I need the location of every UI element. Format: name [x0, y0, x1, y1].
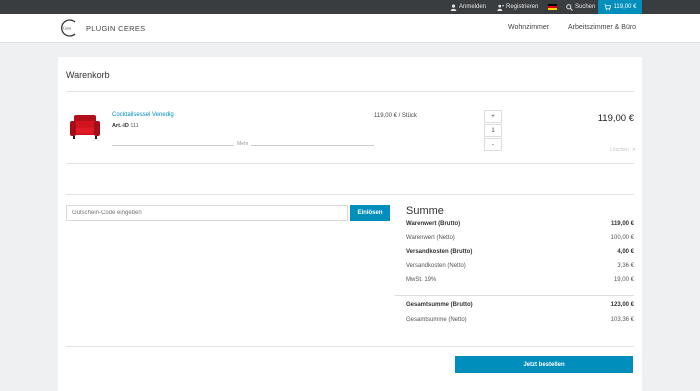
- svg-text:Ceres: Ceres: [63, 27, 72, 31]
- cart-card: Warenkorb Cocktailsessel Venedig Art.-ID…: [58, 57, 642, 391]
- divider: [66, 163, 634, 164]
- summary-row: Versandkosten (Brutto) 4,00 €: [406, 249, 634, 255]
- login-link[interactable]: Anmelden: [450, 0, 486, 14]
- cart-button[interactable]: 119,00 €: [598, 0, 642, 14]
- summary-value: 100,00 €: [610, 235, 634, 241]
- summary-label: MwSt. 19%: [406, 277, 437, 283]
- product-art-id: Art.-ID 111: [112, 123, 139, 129]
- german-flag-icon[interactable]: [548, 4, 557, 10]
- summary-divider: [395, 295, 634, 296]
- summary-label: Versandkosten (Brutto): [406, 249, 473, 255]
- summary-value: 3,36 €: [617, 263, 634, 269]
- summary-row: Warenwert (Brutto) 119,00 €: [406, 221, 634, 227]
- site-header: Ceres PLUGIN CERES Wohnzimmer Arbeitszim…: [0, 14, 700, 43]
- art-id-value: 111: [130, 123, 139, 129]
- search-icon: [566, 3, 573, 11]
- delete-item-button[interactable]: Löschen ✕: [610, 147, 636, 153]
- cart-icon: [603, 3, 611, 10]
- summary-label: Warenwert (Netto): [406, 235, 455, 241]
- summary-label: Warenwert (Brutto): [406, 221, 461, 227]
- register-label: Registrieren: [506, 4, 539, 10]
- search-label: Suchen: [575, 4, 596, 10]
- delete-label: Löschen: [609, 147, 629, 153]
- summary-label: Versandkosten (Netto): [406, 263, 466, 269]
- summary-row: Gesamtsumme (Netto) 103,36 €: [406, 317, 634, 323]
- summary-row: Warenwert (Netto) 100,00 €: [406, 235, 634, 241]
- top-utility-bar: Anmelden Registrieren Suchen 119,00 €: [0, 0, 700, 14]
- ceres-logo-icon: Ceres: [61, 19, 76, 37]
- qty-increase-button[interactable]: +: [484, 110, 502, 123]
- summary-row: Gesamtsumme (Brutto) 123,00 €: [406, 302, 634, 308]
- close-icon: ✕: [631, 147, 636, 153]
- summary-row: Versandkosten (Netto) 3,36 €: [406, 263, 634, 269]
- nav-item-wohnzimmer[interactable]: Wohnzimmer: [508, 14, 549, 42]
- summary-value: 119,00 €: [610, 221, 634, 227]
- summary-value: 103,36 €: [610, 317, 634, 323]
- nav-item-arbeitszimmer[interactable]: Arbeitszimmer & Büro: [568, 14, 636, 42]
- summary-value: 19,00 €: [613, 277, 634, 283]
- user-icon: [450, 4, 457, 11]
- qty-value[interactable]: 1: [484, 124, 502, 137]
- product-name-link[interactable]: Cocktailsessel Venedig: [112, 112, 174, 118]
- unit-price: 119,00 € / Stück: [374, 113, 417, 119]
- summary-value: 4,00 €: [617, 249, 634, 255]
- summary-row: MwSt. 19% 19,00 €: [406, 277, 634, 283]
- divider: [66, 346, 634, 347]
- search-link[interactable]: Suchen: [566, 0, 595, 14]
- quantity-stepper: + 1 -: [484, 110, 502, 152]
- brand-name: PLUGIN CERES: [86, 23, 146, 33]
- login-label: Anmelden: [459, 4, 487, 10]
- summary-label: Gesamtsumme (Netto): [406, 317, 467, 323]
- user-plus-icon: [497, 4, 504, 11]
- item-total-price: 119,00 €: [597, 113, 634, 124]
- logo[interactable]: Ceres PLUGIN CERES: [60, 18, 145, 38]
- register-link[interactable]: Registrieren: [497, 0, 538, 14]
- qty-decrease-button[interactable]: -: [484, 138, 502, 151]
- summary-title: Summe: [406, 205, 444, 217]
- place-order-button[interactable]: Jetzt bestellen: [455, 356, 633, 373]
- coupon-code-input[interactable]: [66, 205, 348, 221]
- divider: [66, 91, 634, 92]
- cart-total: 119,00 €: [613, 4, 637, 10]
- page-title: Warenkorb: [66, 70, 110, 80]
- redeem-coupon-button[interactable]: Einlösen: [350, 205, 390, 221]
- product-image[interactable]: [68, 113, 102, 141]
- art-id-label: Art.-ID: [112, 123, 129, 129]
- more-toggle[interactable]: Mehr: [234, 141, 252, 147]
- divider: [66, 194, 634, 195]
- summary-value: 123,00 €: [610, 302, 634, 308]
- summary-label: Gesamtsumme (Brutto): [406, 302, 473, 308]
